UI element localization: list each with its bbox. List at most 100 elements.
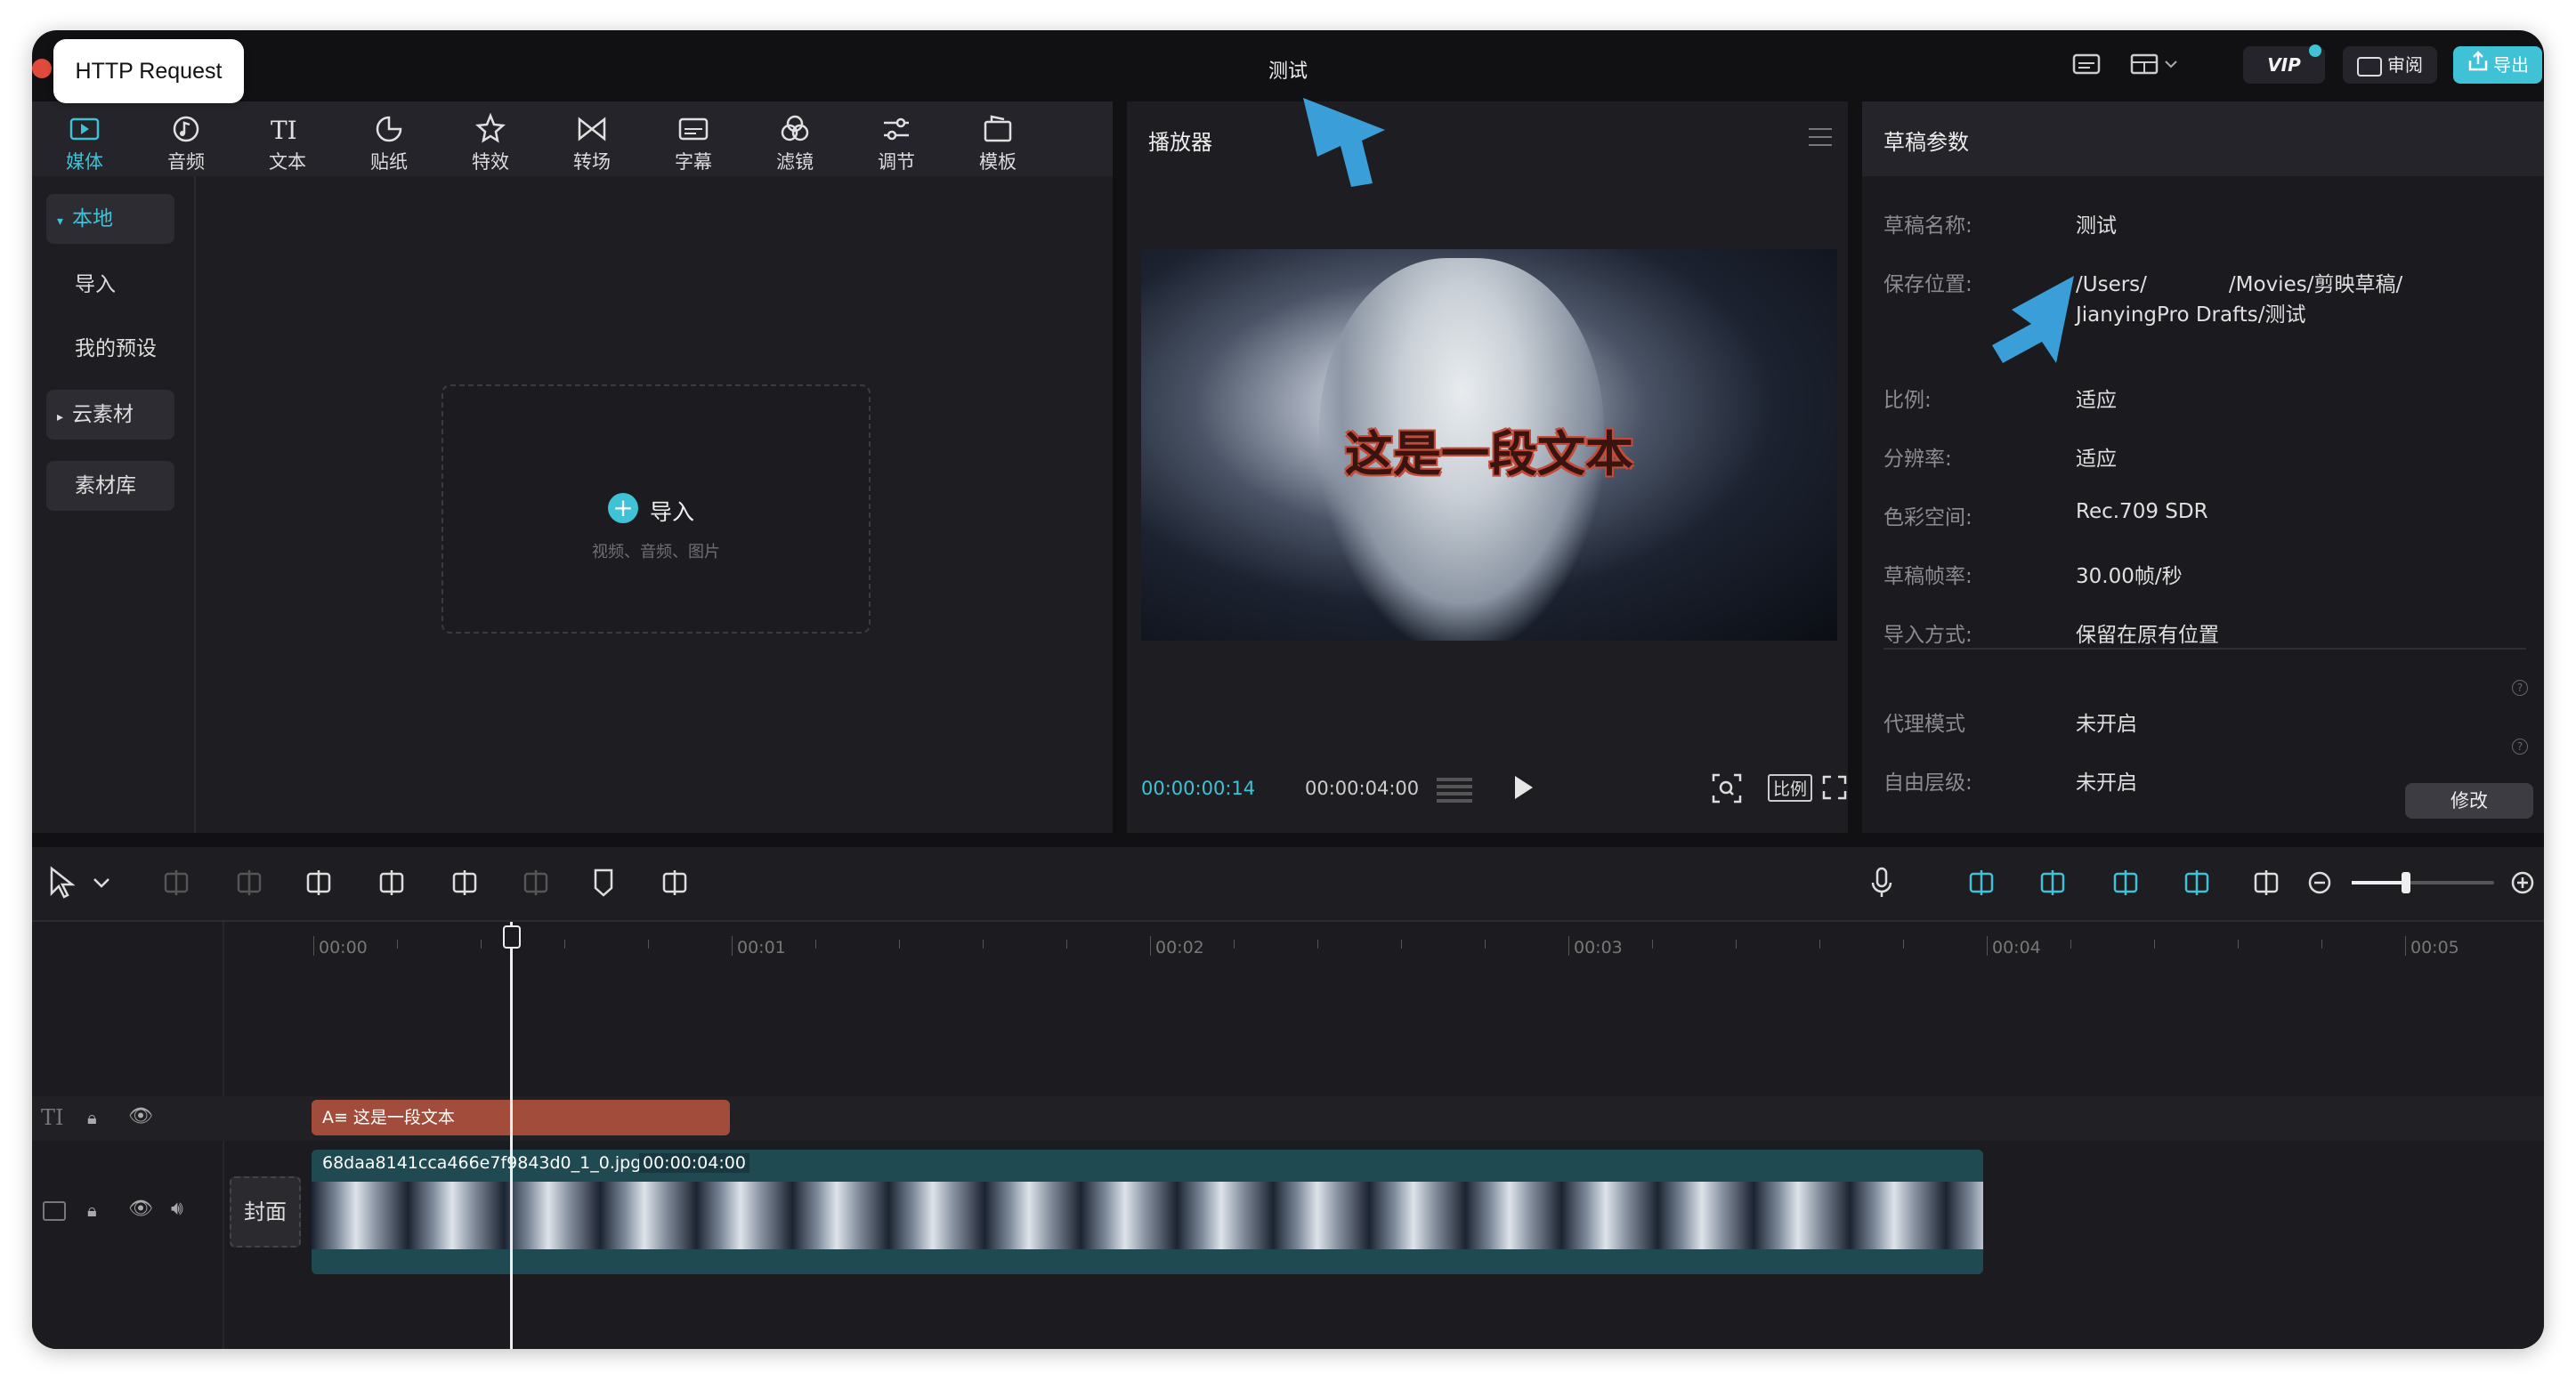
media-icon bbox=[45, 112, 125, 148]
player-title: 播放器 bbox=[1148, 130, 1212, 155]
toolbar-transition[interactable]: 转场 bbox=[552, 112, 632, 174]
review-button[interactable]: 审阅 bbox=[2343, 46, 2437, 84]
video-track-eye-icon[interactable]: 👁︎ bbox=[128, 1198, 153, 1220]
template-icon bbox=[958, 112, 1038, 148]
caret-down-icon: ▾ bbox=[57, 214, 64, 229]
ruler-minor-tick bbox=[481, 940, 482, 949]
layer-help-icon[interactable]: ? bbox=[2512, 739, 2528, 755]
ruler-minor-tick bbox=[1401, 940, 1402, 949]
text-track-eye-icon[interactable]: 👁︎ bbox=[128, 1105, 153, 1127]
text-clip[interactable]: A≡ 这是一段文本 bbox=[312, 1100, 730, 1135]
toolbar-label: 模板 bbox=[979, 151, 1017, 173]
sidebar-item-local[interactable]: ▾ 本地 bbox=[46, 194, 174, 244]
filter-icon bbox=[755, 112, 835, 148]
draft-prop-label: 色彩空间: bbox=[1883, 506, 1973, 529]
layout-icon[interactable] bbox=[2063, 46, 2110, 84]
transition-icon bbox=[552, 112, 632, 148]
panel-layout-icon[interactable] bbox=[2124, 46, 2191, 84]
toolbar-subtitle[interactable]: 字幕 bbox=[653, 112, 733, 174]
video-clip[interactable]: 68daa8141cca466e7f9843d0_1_0.jpg 00:00:0… bbox=[312, 1150, 1983, 1274]
draft-prop-value: 测试 bbox=[2076, 214, 2117, 238]
toolbar-sticker[interactable]: 贴纸 bbox=[349, 112, 429, 174]
toolbar-label: 调节 bbox=[878, 151, 915, 173]
proxy-help-icon[interactable]: ? bbox=[2512, 680, 2528, 696]
toolbar-label: 贴纸 bbox=[370, 151, 408, 173]
dropdown-icon[interactable] bbox=[82, 863, 121, 902]
sidebar-item-import[interactable]: 导入 bbox=[46, 260, 203, 310]
toolbar-adjust[interactable]: 调节 bbox=[856, 112, 936, 174]
ruler-major-tick bbox=[732, 936, 733, 956]
toolbar-effects[interactable]: 特效 bbox=[450, 112, 531, 174]
ratio-button[interactable]: 比例 bbox=[1768, 774, 1813, 802]
export-icon bbox=[2467, 48, 2490, 85]
freeze-frame-icon[interactable] bbox=[655, 863, 694, 902]
undo-icon[interactable] bbox=[157, 863, 196, 902]
draft-prop-value: /Users/ /Movies/剪映草稿/ bbox=[2076, 273, 2403, 296]
window-close-dot[interactable] bbox=[32, 59, 52, 78]
timeline-toolbar bbox=[32, 847, 2544, 922]
preview-text-overlay[interactable]: 这是一段文本 bbox=[1141, 415, 1837, 485]
split-right-icon[interactable] bbox=[445, 863, 484, 902]
toolbar-label: 特效 bbox=[472, 151, 509, 173]
fullscreen-icon[interactable] bbox=[1821, 774, 1848, 804]
play-button[interactable] bbox=[1510, 772, 1536, 806]
export-button[interactable]: 导出 bbox=[2453, 46, 2542, 84]
toolbar-text[interactable]: TI 文本 bbox=[247, 112, 328, 174]
ruler-minor-tick bbox=[1736, 940, 1737, 949]
marker-icon[interactable] bbox=[584, 863, 623, 902]
toolbar-template[interactable]: 模板 bbox=[958, 112, 1038, 174]
split-left-icon[interactable] bbox=[372, 863, 411, 902]
video-clip-duration: 00:00:04:00 bbox=[639, 1153, 749, 1173]
zoom-slider[interactable] bbox=[2352, 872, 2494, 893]
vip-dot bbox=[2309, 44, 2321, 57]
sidebar-item-presets[interactable]: 我的预设 bbox=[46, 324, 203, 374]
zoom-slider-thumb[interactable] bbox=[2402, 872, 2410, 893]
sidebar-item-library[interactable]: 素材库 bbox=[46, 461, 174, 511]
draft-prop-label: 草稿名称: bbox=[1883, 214, 1973, 238]
split-icon[interactable] bbox=[299, 863, 338, 902]
timecode-grid-icon bbox=[1437, 776, 1472, 803]
snap-icon[interactable] bbox=[2033, 863, 2072, 902]
toolbar-media[interactable]: 媒体 bbox=[45, 112, 125, 174]
delete-icon[interactable] bbox=[516, 863, 555, 902]
select-icon[interactable] bbox=[43, 863, 82, 902]
app-window: 测试 VIP 审阅 导出 媒体 音频 TI 文本 贴纸 特效 转场 字幕 滤镜 调节 模板 ▾ 本地 … bbox=[32, 30, 2544, 1349]
draft-prop-value-line2: JianyingPro Drafts/测试 bbox=[2076, 303, 2306, 327]
microphone-icon[interactable] bbox=[1862, 863, 1901, 902]
sticker-icon bbox=[349, 112, 429, 148]
playhead-handle[interactable] bbox=[502, 925, 521, 949]
sidebar-item-cloud[interactable]: ▸ 云素材 bbox=[46, 390, 174, 440]
ruler-major-tick bbox=[313, 936, 314, 956]
ruler-minor-tick bbox=[815, 940, 816, 949]
video-clip-name: 68daa8141cca466e7f9843d0_1_0.jpg bbox=[322, 1153, 642, 1173]
redo-icon[interactable] bbox=[230, 863, 269, 902]
timeline-fit-icon[interactable] bbox=[2247, 863, 2286, 902]
ruler-label: 00:00 bbox=[319, 938, 368, 957]
video-track-audio-icon[interactable]: 🔊︎ bbox=[171, 1198, 183, 1220]
zoom-in-icon[interactable] bbox=[2503, 863, 2542, 902]
ruler-label: 00:03 bbox=[1574, 938, 1623, 957]
toolbar-filter[interactable]: 滤镜 bbox=[755, 112, 835, 174]
zoom-fit-icon[interactable] bbox=[1711, 772, 1743, 808]
svg-text:TI: TI bbox=[271, 116, 297, 145]
vip-badge[interactable]: VIP bbox=[2243, 44, 2325, 84]
zoom-out-icon[interactable] bbox=[2300, 863, 2339, 902]
playhead[interactable] bbox=[502, 922, 521, 1349]
draft-prop-label: 代理模式 bbox=[1883, 713, 1965, 736]
annotation-arrow-1 bbox=[1303, 98, 1385, 187]
draft-prop-value: Rec.709 SDR bbox=[2076, 500, 2208, 523]
modify-button[interactable]: 修改 bbox=[2405, 783, 2533, 819]
video-preview[interactable]: 这是一段文本 bbox=[1141, 249, 1837, 641]
text-track-lock-icon[interactable]: 🔒︎ bbox=[87, 1107, 97, 1128]
ruler-label: 00:05 bbox=[2410, 938, 2459, 957]
preview-axis-icon[interactable] bbox=[2106, 863, 2145, 902]
toolbar-audio[interactable]: 音频 bbox=[146, 112, 226, 174]
media-toolbar: 媒体 音频 TI 文本 贴纸 特效 转场 字幕 滤镜 调节 模板 bbox=[32, 101, 1113, 176]
import-dropzone[interactable]: + 导入 视频、音频、图片 bbox=[441, 384, 871, 634]
cover-button[interactable]: 封面 bbox=[230, 1176, 301, 1248]
link-icon[interactable] bbox=[1962, 863, 2001, 902]
video-track-lock-icon[interactable]: 🔒︎ bbox=[87, 1199, 97, 1221]
split-track-icon[interactable] bbox=[2177, 863, 2216, 902]
player-menu-icon[interactable] bbox=[1809, 128, 1832, 146]
ruler-minor-tick bbox=[1485, 940, 1486, 949]
